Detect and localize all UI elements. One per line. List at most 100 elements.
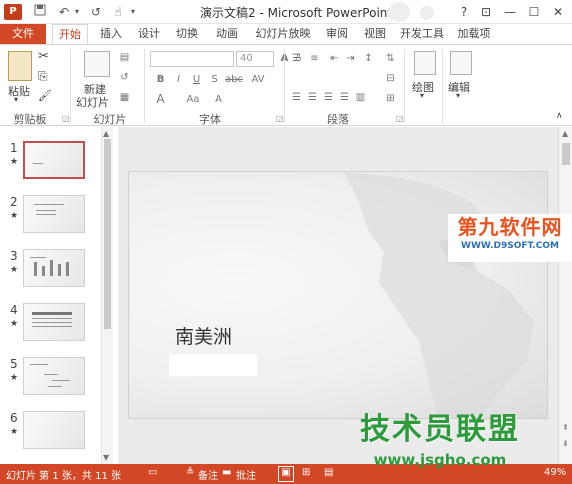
slide-thumbnail-6[interactable] bbox=[23, 411, 85, 449]
notes-button[interactable]: 备注 bbox=[198, 467, 218, 482]
editing-icon[interactable] bbox=[450, 51, 472, 75]
undo-dropdown-icon[interactable]: ▾ bbox=[72, 3, 82, 21]
slide-thumbnail-5[interactable] bbox=[23, 357, 85, 395]
drawing-dropdown-icon[interactable]: ▾ bbox=[420, 91, 424, 100]
tab-home[interactable]: 开始 bbox=[52, 24, 88, 45]
align-text-icon[interactable]: ⊟ bbox=[384, 72, 397, 85]
align-center-icon[interactable]: ☰ bbox=[306, 91, 319, 104]
animation-star-icon: ★ bbox=[10, 427, 19, 437]
text-shadow-icon[interactable]: S bbox=[208, 73, 221, 86]
touch-mode-icon[interactable]: ☝ bbox=[110, 3, 126, 21]
undo-icon[interactable]: ↶ bbox=[56, 3, 72, 21]
italic-icon[interactable]: I bbox=[172, 73, 185, 86]
slide-title[interactable]: 南美洲 bbox=[175, 322, 232, 349]
font-launcher-icon[interactable]: ◲ bbox=[276, 114, 284, 123]
paste-button-label[interactable]: 粘贴 bbox=[8, 83, 30, 99]
customize-toolbar-icon[interactable]: ▾ bbox=[128, 3, 138, 21]
tab-design[interactable]: 设计 bbox=[132, 24, 166, 44]
section-icon[interactable]: ▦ bbox=[118, 91, 131, 104]
subtitle-placeholder[interactable] bbox=[169, 354, 257, 376]
increase-indent-icon[interactable]: ⇥ bbox=[344, 52, 357, 65]
group-font-label: 字体 bbox=[199, 113, 221, 126]
comments-icon[interactable]: ▬ bbox=[222, 467, 231, 478]
slide-thumbnail-2[interactable] bbox=[23, 195, 85, 233]
animation-star-icon: ★ bbox=[10, 373, 19, 383]
smartart-icon[interactable]: ⊞ bbox=[384, 92, 397, 105]
redo-icon[interactable]: ↺ bbox=[88, 3, 104, 21]
bullets-icon[interactable]: ☰ bbox=[290, 52, 303, 65]
slide-scrollbar[interactable]: ▲ ⇞ ⇟ bbox=[558, 127, 572, 464]
scrollbar-thumb[interactable] bbox=[562, 143, 570, 165]
tab-review[interactable]: 审阅 bbox=[320, 24, 354, 44]
slide-thumbnail-4[interactable] bbox=[23, 303, 85, 341]
font-color-icon[interactable]: A bbox=[154, 93, 167, 106]
tab-animations[interactable]: 动画 bbox=[210, 24, 244, 44]
reset-icon[interactable]: ↺ bbox=[118, 71, 131, 84]
format-painter-icon[interactable]: 🖌 bbox=[38, 89, 52, 102]
strikethrough-icon[interactable]: abc bbox=[224, 73, 244, 86]
numbering-icon[interactable]: ≡ bbox=[308, 52, 321, 65]
align-right-icon[interactable]: ☰ bbox=[322, 91, 335, 104]
slide-thumbnail-1[interactable] bbox=[23, 141, 85, 179]
tab-developer[interactable]: 开发工具 bbox=[398, 24, 446, 44]
paste-icon[interactable] bbox=[8, 51, 32, 81]
next-slide-icon[interactable]: ⇟ bbox=[562, 439, 569, 448]
new-slide-label-2[interactable]: 幻灯片 bbox=[76, 94, 109, 110]
clear-format-icon[interactable]: A bbox=[212, 93, 225, 106]
group-separator bbox=[284, 49, 285, 123]
editing-dropdown-icon[interactable]: ▾ bbox=[456, 91, 460, 100]
slide-thumbnail-3[interactable] bbox=[23, 249, 85, 287]
tab-file[interactable]: 文件 bbox=[0, 24, 46, 44]
tab-transitions[interactable]: 切换 bbox=[170, 24, 204, 44]
save-icon[interactable] bbox=[32, 3, 48, 21]
maximize-icon[interactable]: ☐ bbox=[524, 3, 544, 21]
scrollbar-thumb[interactable] bbox=[104, 139, 111, 329]
comments-button[interactable]: 批注 bbox=[236, 467, 256, 482]
justify-icon[interactable]: ☰ bbox=[338, 91, 351, 104]
paste-dropdown-icon[interactable]: ▾ bbox=[14, 95, 18, 104]
tab-view[interactable]: 视图 bbox=[358, 24, 392, 44]
copy-icon[interactable]: ⎘ bbox=[38, 69, 48, 84]
char-spacing-icon[interactable]: AV bbox=[250, 73, 266, 86]
clipboard-launcher-icon[interactable]: ◲ bbox=[62, 114, 70, 123]
zoom-level[interactable]: 49% bbox=[544, 467, 566, 478]
text-direction-icon[interactable]: ⇅ bbox=[384, 52, 397, 65]
reading-view-icon[interactable]: ▤ bbox=[324, 467, 333, 478]
align-left-icon[interactable]: ☰ bbox=[290, 91, 303, 104]
font-size-box[interactable]: 40 bbox=[236, 51, 274, 67]
change-case-icon[interactable]: Aa bbox=[184, 93, 202, 106]
thumbnail-scrollbar[interactable]: ▲ ▼ bbox=[101, 127, 113, 464]
tab-addins[interactable]: 加载项 bbox=[452, 24, 496, 44]
title-bar: P ↶ ▾ ↺ ☝ ▾ 演示文稿2 - Microsoft PowerPoint… bbox=[0, 0, 572, 24]
new-slide-icon[interactable] bbox=[84, 51, 110, 77]
help-icon[interactable]: ? bbox=[454, 3, 474, 21]
notes-icon[interactable]: ≜ bbox=[186, 467, 194, 478]
normal-view-icon[interactable]: ▣ bbox=[278, 466, 294, 482]
scroll-up-icon[interactable]: ▲ bbox=[103, 129, 109, 138]
collapse-ribbon-icon[interactable]: ∧ bbox=[556, 111, 563, 121]
layout-icon[interactable]: ▤ bbox=[118, 51, 131, 64]
spellcheck-icon[interactable]: ▭ bbox=[148, 467, 157, 478]
window-title: 演示文稿2 - Microsoft PowerPoint bbox=[200, 6, 393, 20]
decrease-indent-icon[interactable]: ⇤ bbox=[328, 52, 341, 65]
cut-icon[interactable]: ✂ bbox=[38, 49, 49, 64]
current-slide[interactable]: 南美洲 bbox=[128, 171, 548, 419]
underline-icon[interactable]: U bbox=[190, 73, 203, 86]
bold-icon[interactable]: B bbox=[154, 73, 167, 86]
slide-sorter-icon[interactable]: ⊞ bbox=[302, 467, 310, 478]
font-name-box[interactable] bbox=[150, 51, 234, 67]
ribbon-display-icon[interactable]: ⊡ bbox=[476, 3, 496, 21]
minimize-icon[interactable]: — bbox=[500, 3, 520, 21]
scroll-down-icon[interactable]: ▼ bbox=[103, 453, 109, 462]
group-separator bbox=[70, 49, 71, 123]
drawing-icon[interactable] bbox=[414, 51, 436, 75]
columns-icon[interactable]: ▥ bbox=[354, 91, 367, 104]
tab-insert[interactable]: 插入 bbox=[94, 24, 128, 44]
prev-slide-icon[interactable]: ⇞ bbox=[562, 423, 569, 432]
powerpoint-logo-icon[interactable]: P bbox=[4, 4, 22, 20]
paragraph-launcher-icon[interactable]: ◲ bbox=[396, 114, 404, 123]
scroll-up-icon[interactable]: ▲ bbox=[562, 129, 568, 138]
line-spacing-icon[interactable]: ↕ bbox=[362, 52, 375, 65]
close-icon[interactable]: ✕ bbox=[548, 3, 568, 21]
tab-slideshow[interactable]: 幻灯片放映 bbox=[250, 24, 316, 44]
